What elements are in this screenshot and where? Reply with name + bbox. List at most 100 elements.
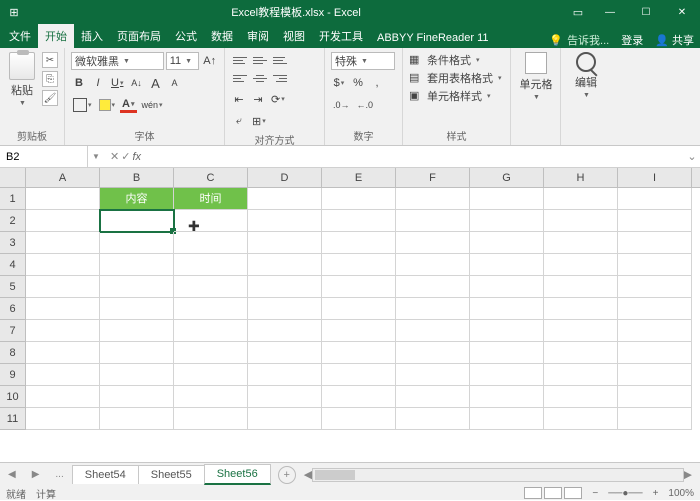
cell[interactable] bbox=[248, 298, 322, 320]
cell[interactable] bbox=[174, 320, 248, 342]
cell[interactable] bbox=[26, 254, 100, 276]
page-break-view-button[interactable] bbox=[564, 487, 582, 499]
tell-me[interactable]: 告诉我... bbox=[567, 32, 609, 48]
cell[interactable] bbox=[322, 386, 396, 408]
decrease-font-icon[interactable]: A↓ bbox=[128, 74, 144, 92]
cell[interactable] bbox=[322, 210, 396, 232]
cell[interactable] bbox=[470, 342, 544, 364]
cell-style-button[interactable]: ▣单元格样式▾ bbox=[409, 88, 504, 104]
bold-button[interactable]: B bbox=[71, 74, 87, 92]
cell[interactable] bbox=[544, 364, 618, 386]
tab-file[interactable]: 文件 bbox=[2, 24, 38, 48]
cell[interactable] bbox=[618, 342, 692, 364]
sheet-tab-active[interactable]: Sheet56 bbox=[204, 464, 271, 485]
cell[interactable] bbox=[248, 342, 322, 364]
cell[interactable] bbox=[248, 232, 322, 254]
col-header[interactable]: I bbox=[618, 168, 692, 187]
fx-icon[interactable]: fx bbox=[132, 151, 141, 163]
maximize-button[interactable]: ☐ bbox=[628, 0, 664, 24]
cell[interactable] bbox=[470, 254, 544, 276]
align-left-button[interactable] bbox=[231, 70, 249, 86]
currency-button[interactable]: $▾ bbox=[331, 74, 347, 92]
cell[interactable] bbox=[618, 386, 692, 408]
cell[interactable] bbox=[174, 254, 248, 276]
find-button[interactable]: 编辑 ▼ bbox=[567, 52, 605, 99]
cell[interactable] bbox=[100, 254, 174, 276]
cell[interactable] bbox=[174, 232, 248, 254]
row-header[interactable]: 2 bbox=[0, 210, 26, 232]
cell[interactable] bbox=[544, 210, 618, 232]
table-format-button[interactable]: ▤套用表格格式▾ bbox=[409, 70, 504, 86]
row-header[interactable]: 1 bbox=[0, 188, 26, 210]
cell[interactable] bbox=[544, 386, 618, 408]
cell[interactable] bbox=[322, 276, 396, 298]
tab-review[interactable]: 审阅 bbox=[240, 24, 276, 48]
percent-button[interactable]: % bbox=[350, 74, 366, 92]
cell[interactable] bbox=[470, 210, 544, 232]
normal-view-button[interactable] bbox=[524, 487, 542, 499]
login-link[interactable]: 登录 bbox=[621, 32, 643, 48]
cell[interactable] bbox=[100, 298, 174, 320]
col-header[interactable]: C bbox=[174, 168, 248, 187]
increase-indent-button[interactable]: ⇥ bbox=[250, 90, 266, 108]
cell[interactable] bbox=[396, 276, 470, 298]
selected-cell[interactable] bbox=[100, 210, 174, 232]
zoom-slider[interactable]: ──●── bbox=[608, 488, 642, 499]
cell[interactable] bbox=[248, 364, 322, 386]
cells-button[interactable]: 单元格 ▼ bbox=[517, 52, 555, 101]
cell[interactable] bbox=[322, 408, 396, 430]
cell[interactable] bbox=[544, 188, 618, 210]
tab-insert[interactable]: 插入 bbox=[74, 24, 110, 48]
cell[interactable]: 时间 bbox=[174, 188, 248, 210]
name-box[interactable]: B2 bbox=[0, 146, 88, 167]
tab-data[interactable]: 数据 bbox=[204, 24, 240, 48]
cell[interactable] bbox=[322, 298, 396, 320]
cell[interactable] bbox=[470, 364, 544, 386]
row-header[interactable]: 3 bbox=[0, 232, 26, 254]
sheet-tab[interactable]: Sheet55 bbox=[138, 465, 205, 484]
tab-addin[interactable]: ABBYY FineReader 11 bbox=[370, 28, 496, 48]
decrease-decimal-button[interactable]: ←.0 bbox=[355, 96, 376, 114]
zoom-level[interactable]: 100% bbox=[668, 488, 694, 499]
cell[interactable] bbox=[618, 276, 692, 298]
cell[interactable] bbox=[26, 342, 100, 364]
cell[interactable] bbox=[618, 320, 692, 342]
zoom-in-icon[interactable]: + bbox=[653, 488, 659, 499]
cell[interactable] bbox=[396, 408, 470, 430]
cell[interactable] bbox=[396, 320, 470, 342]
cell[interactable] bbox=[396, 232, 470, 254]
increase-decimal-button[interactable]: .0→ bbox=[331, 96, 352, 114]
font-name-select[interactable]: 微软雅黑▼ bbox=[71, 52, 164, 70]
cell[interactable] bbox=[396, 386, 470, 408]
cell[interactable] bbox=[174, 276, 248, 298]
cell[interactable] bbox=[248, 188, 322, 210]
italic-button[interactable]: I bbox=[90, 74, 106, 92]
name-box-dropdown[interactable]: ▼ bbox=[88, 152, 104, 161]
cell[interactable] bbox=[248, 320, 322, 342]
align-middle-button[interactable] bbox=[251, 52, 269, 68]
row-header[interactable]: 7 bbox=[0, 320, 26, 342]
cell[interactable] bbox=[396, 188, 470, 210]
cell[interactable] bbox=[174, 364, 248, 386]
tab-formulas[interactable]: 公式 bbox=[168, 24, 204, 48]
cell[interactable] bbox=[618, 254, 692, 276]
cell[interactable] bbox=[322, 342, 396, 364]
col-header[interactable]: A bbox=[26, 168, 100, 187]
cell[interactable] bbox=[26, 188, 100, 210]
cell[interactable] bbox=[322, 232, 396, 254]
cell[interactable] bbox=[470, 188, 544, 210]
tab-home[interactable]: 开始 bbox=[38, 24, 74, 48]
row-header[interactable]: 11 bbox=[0, 408, 26, 430]
cell[interactable] bbox=[544, 342, 618, 364]
cell[interactable] bbox=[26, 408, 100, 430]
cell[interactable] bbox=[470, 386, 544, 408]
cell[interactable] bbox=[544, 320, 618, 342]
number-format-select[interactable]: 特殊▼ bbox=[331, 52, 395, 70]
row-header[interactable]: 4 bbox=[0, 254, 26, 276]
font-small-icon[interactable]: A bbox=[166, 74, 182, 92]
cell[interactable] bbox=[618, 210, 692, 232]
col-header[interactable]: H bbox=[544, 168, 618, 187]
cell[interactable] bbox=[26, 320, 100, 342]
share-button[interactable]: 👤 共享 bbox=[655, 32, 694, 48]
expand-formula-icon[interactable]: ⌄ bbox=[684, 150, 700, 163]
